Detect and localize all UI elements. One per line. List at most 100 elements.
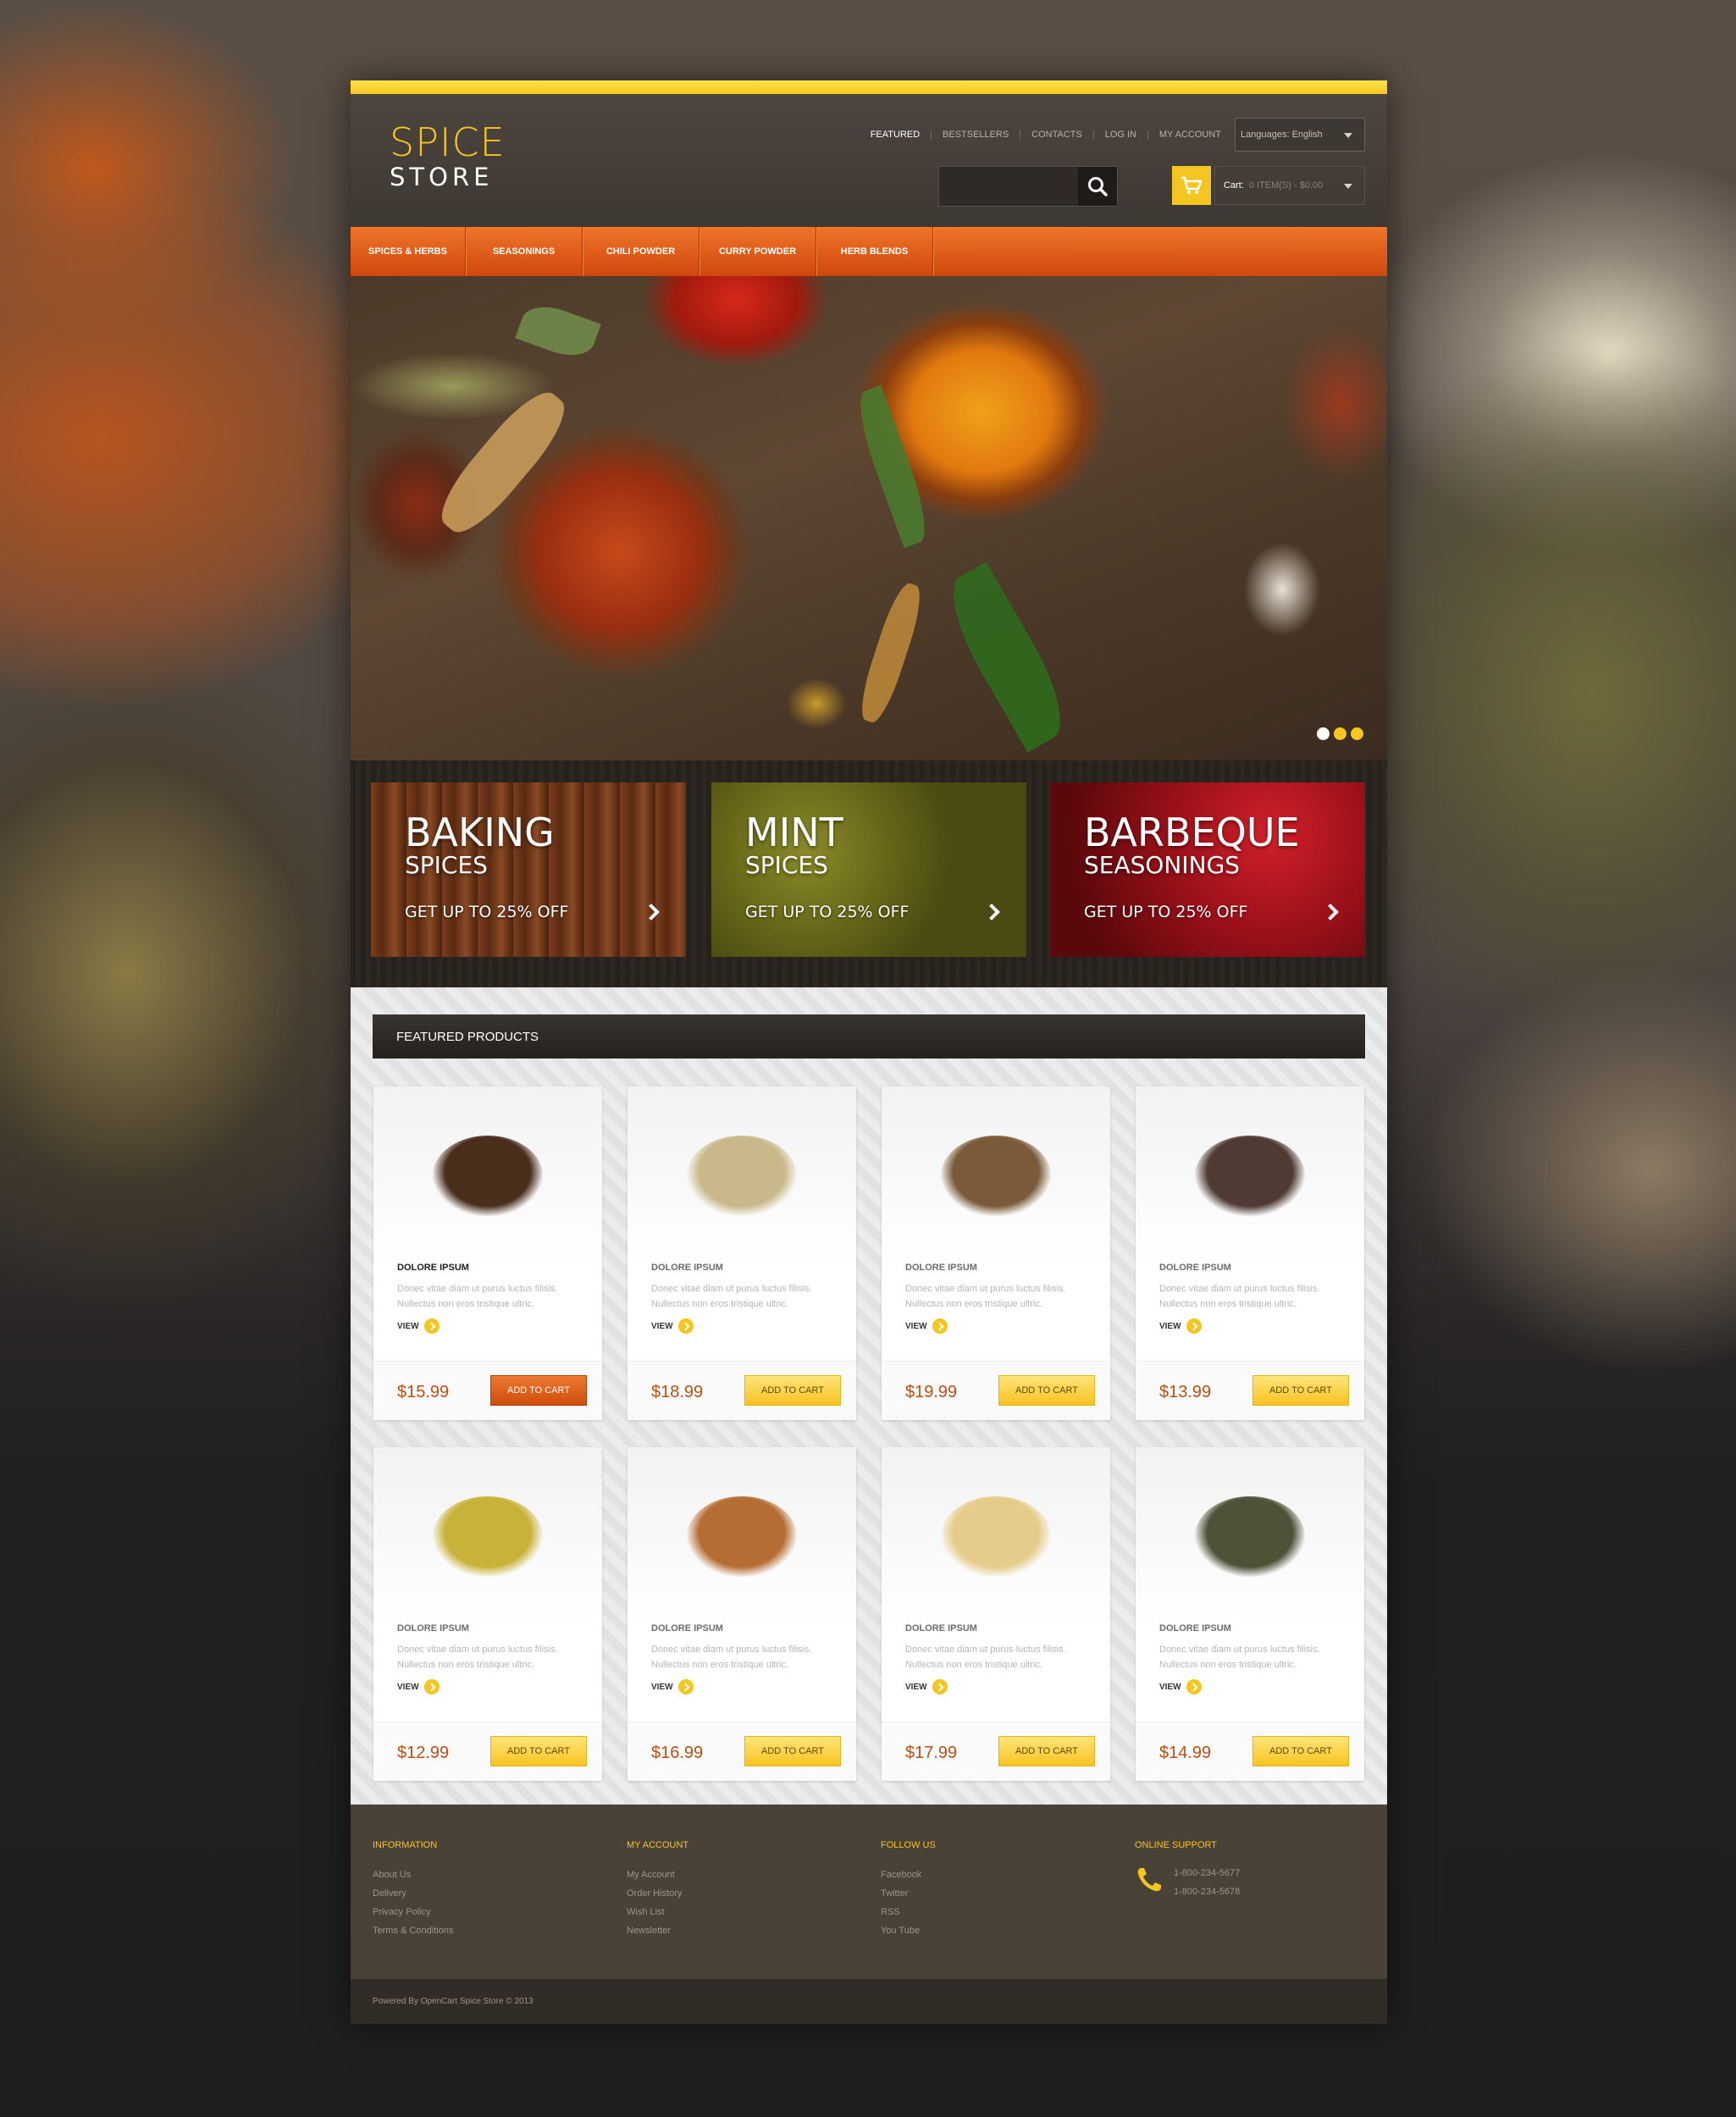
cart-button[interactable] [1172,166,1211,205]
footer-link-rss[interactable]: RSS [881,1903,936,1921]
search-button[interactable] [1078,167,1117,206]
add-to-cart-button[interactable]: ADD TO CART [490,1375,587,1406]
topnav-login[interactable]: LOG IN [1105,130,1136,140]
footer-link-wish-list[interactable]: Wish List [627,1903,688,1921]
language-label: Languages: [1241,130,1290,140]
featured-products-heading: FEATURED PRODUCTS [373,1014,1365,1058]
featured-section: FEATURED PRODUCTS DOLORE IPSUM Donec vita… [351,987,1387,1805]
nav-curry-powder[interactable]: CURRY POWDER [699,227,816,276]
product-spice-image [433,1135,543,1216]
add-to-cart-button[interactable]: ADD TO CART [744,1375,841,1406]
product-name[interactable]: DOLORE IPSUM [651,1623,723,1633]
product-price: $17.99 [905,1744,958,1762]
topnav-my-account[interactable]: MY ACCOUNT [1159,130,1221,140]
add-to-cart-button[interactable]: ADD TO CART [490,1736,587,1766]
footer-link-newsletter[interactable]: Newsletter [627,1921,688,1940]
slider-dot[interactable] [1334,727,1346,740]
cart-summary[interactable]: Cart: 0 ITEM(S) - $0.00 [1214,166,1365,205]
promo-subtitle: SEASONINGS [1084,851,1241,879]
product-card[interactable]: DOLORE IPSUM Donec vitae diam ut purus lu… [373,1086,602,1420]
hero-pestle-decoration [428,381,578,544]
product-image[interactable] [628,1086,856,1264]
topnav-separator: | [930,130,933,140]
add-to-cart-button[interactable]: ADD TO CART [998,1375,1095,1406]
footer-link-delivery[interactable]: Delivery [373,1884,453,1903]
product-name[interactable]: DOLORE IPSUM [651,1263,723,1273]
product-view-link[interactable]: VIEW [1159,1318,1202,1334]
product-card[interactable]: DOLORE IPSUM Donec vitae diam ut purus lu… [1136,1086,1364,1420]
shopping-cart-icon [1181,176,1202,194]
product-view-link[interactable]: VIEW [397,1679,440,1694]
product-card[interactable]: DOLORE IPSUM Donec vitae diam ut purus lu… [628,1086,856,1420]
product-view-link[interactable]: VIEW [651,1679,694,1694]
product-name[interactable]: DOLORE IPSUM [1159,1623,1231,1633]
phone-number: 1-800-234-5677 [1174,1868,1241,1878]
product-name[interactable]: DOLORE IPSUM [1159,1263,1231,1273]
logo[interactable]: SPICE STORE [390,121,506,191]
product-name[interactable]: DOLORE IPSUM [397,1623,469,1633]
product-image[interactable] [1136,1086,1364,1264]
product-spice-image [941,1495,1051,1577]
logo-line2: STORE [390,163,494,191]
arrow-right-circle-icon [423,1679,440,1694]
product-card[interactable]: DOLORE IPSUM Donec vitae diam ut purus lu… [373,1447,602,1781]
main-navigation: SPICES & HERBS SEASONINGS CHILI POWDER C… [351,227,1387,276]
product-spice-image [433,1495,543,1577]
add-to-cart-button[interactable]: ADD TO CART [1252,1736,1349,1766]
topnav-bestsellers[interactable]: BESTSELLERS [943,130,1009,140]
footer-column-title: INFORMATION [373,1840,438,1850]
footer-link-order-history[interactable]: Order History [627,1884,688,1903]
product-image[interactable] [882,1086,1110,1264]
footer-link-youtube[interactable]: You Tube [881,1921,936,1940]
language-selector[interactable]: Languages: English [1235,118,1365,152]
promo-offer: GET UP TO 25% OFF [405,903,569,921]
footer-link-terms[interactable]: Terms & Conditions [373,1921,453,1940]
product-image[interactable] [1136,1447,1364,1625]
product-name[interactable]: DOLORE IPSUM [905,1623,977,1633]
product-image[interactable] [882,1447,1110,1625]
product-footer: $12.99 ADD TO CART [373,1722,602,1781]
topnav-featured[interactable]: FEATURED [871,130,920,140]
add-to-cart-button[interactable]: ADD TO CART [1252,1375,1349,1406]
product-image[interactable] [373,1447,602,1625]
product-spice-image [687,1495,797,1577]
add-to-cart-button[interactable]: ADD TO CART [998,1736,1095,1766]
promo-title: BARBEQUE [1084,810,1300,855]
nav-herb-blends[interactable]: HERB BLENDS [816,227,933,276]
search-box [938,166,1118,207]
nav-seasonings[interactable]: SEASONINGS [466,227,583,276]
product-image[interactable] [373,1086,602,1264]
promo-barbeque-seasonings[interactable]: BARBEQUE SEASONINGS GET UP TO 25% OFF [1050,782,1365,957]
product-view-link[interactable]: VIEW [651,1318,694,1334]
product-view-link[interactable]: VIEW [905,1318,948,1334]
product-card[interactable]: DOLORE IPSUM Donec vitae diam ut purus lu… [1136,1447,1364,1781]
topnav-separator: | [1092,130,1095,140]
nav-chili-powder[interactable]: CHILI POWDER [583,227,699,276]
footer-link-privacy-policy[interactable]: Privacy Policy [373,1903,453,1921]
product-view-link[interactable]: VIEW [397,1318,440,1334]
slider-dot[interactable] [1351,727,1363,740]
product-image[interactable] [628,1447,856,1625]
phone-number: 1-800-234-5678 [1174,1887,1241,1897]
topnav-contacts[interactable]: CONTACTS [1031,130,1082,140]
product-view-link[interactable]: VIEW [905,1679,948,1694]
promo-baking-spices[interactable]: BAKING SPICES GET UP TO 25% OFF [371,782,686,957]
footer-link-about-us[interactable]: About Us [373,1866,453,1884]
product-card[interactable]: DOLORE IPSUM Donec vitae diam ut purus lu… [882,1086,1110,1420]
footer-link-facebook[interactable]: Facebook [881,1866,936,1884]
footer-link-my-account[interactable]: My Account [627,1866,688,1884]
hero-slider[interactable] [351,276,1387,760]
product-view-link[interactable]: VIEW [1159,1679,1202,1694]
footer-link-twitter[interactable]: Twitter [881,1884,936,1903]
product-card[interactable]: DOLORE IPSUM Donec vitae diam ut purus lu… [882,1447,1110,1781]
add-to-cart-button[interactable]: ADD TO CART [744,1736,841,1766]
product-name[interactable]: DOLORE IPSUM [397,1263,469,1273]
nav-spices-herbs[interactable]: SPICES & HERBS [351,227,466,276]
topnav-separator: | [1147,130,1149,140]
promo-mint-spices[interactable]: MINT SPICES GET UP TO 25% OFF [711,782,1026,957]
slider-dot[interactable] [1317,727,1330,740]
search-input[interactable] [939,167,1081,206]
product-card[interactable]: DOLORE IPSUM Donec vitae diam ut purus lu… [628,1447,856,1781]
footer-my-account: MY ACCOUNT My Account Order History Wish… [627,1840,688,1940]
product-name[interactable]: DOLORE IPSUM [905,1263,977,1273]
